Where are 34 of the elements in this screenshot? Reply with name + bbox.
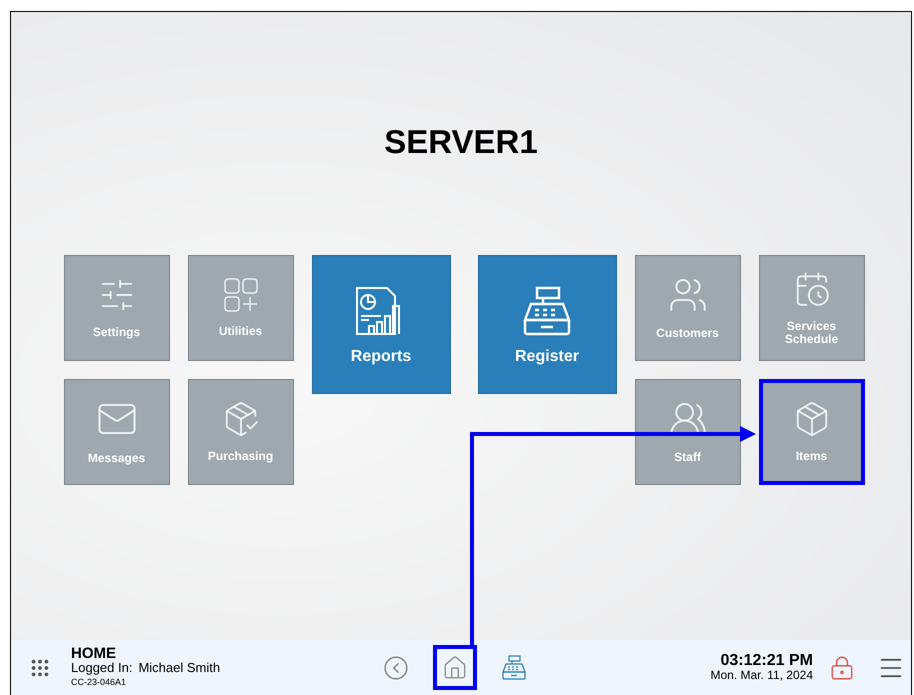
menu-tile[interactable]: Services Schedule (758, 254, 864, 360)
home-icon (442, 654, 468, 680)
tile-label: Services Schedule (784, 320, 840, 346)
tile-label: Customers (655, 327, 720, 340)
menu-tile[interactable]: Messages (64, 378, 170, 484)
clock-time: 03:12:21 PM (720, 652, 813, 668)
tile-label: Register (514, 350, 580, 362)
back-button[interactable] (383, 654, 409, 680)
menu-tile[interactable]: Register (478, 254, 616, 394)
menu-tile[interactable]: Purchasing (188, 378, 294, 484)
logged-in-label: Logged In: (71, 661, 132, 674)
tile-label: Items (794, 450, 828, 463)
server-title: SERVER1 (384, 122, 538, 162)
tile-label: Reports (350, 350, 412, 362)
tile-label: Utilities (218, 325, 264, 338)
tile-label: Purchasing (206, 450, 274, 463)
tile-label: Settings (92, 326, 142, 339)
menu-tile[interactable]: Staff (634, 378, 740, 484)
grid-plus-icon (222, 277, 258, 313)
menu-tile[interactable]: Items (758, 378, 864, 484)
register-button[interactable] (501, 654, 527, 680)
date-text: Mon. Mar. 11, 2024 (710, 668, 813, 682)
terminal-id: CC-23-046A1 (71, 676, 128, 689)
lock-icon[interactable] (829, 654, 855, 680)
user-name: Michael Smith (138, 661, 220, 674)
tile-label: Staff (673, 451, 702, 464)
home-button[interactable] (433, 645, 477, 690)
screen-name: HOME (71, 646, 117, 661)
cash-register-icon (521, 286, 573, 338)
menu-tile[interactable]: Utilities (188, 254, 294, 360)
menu-tile[interactable]: Reports (312, 254, 450, 394)
menu-tile[interactable]: Customers (634, 254, 740, 360)
menu-tile[interactable]: Settings (64, 254, 170, 360)
tile-label: Messages (86, 452, 146, 465)
